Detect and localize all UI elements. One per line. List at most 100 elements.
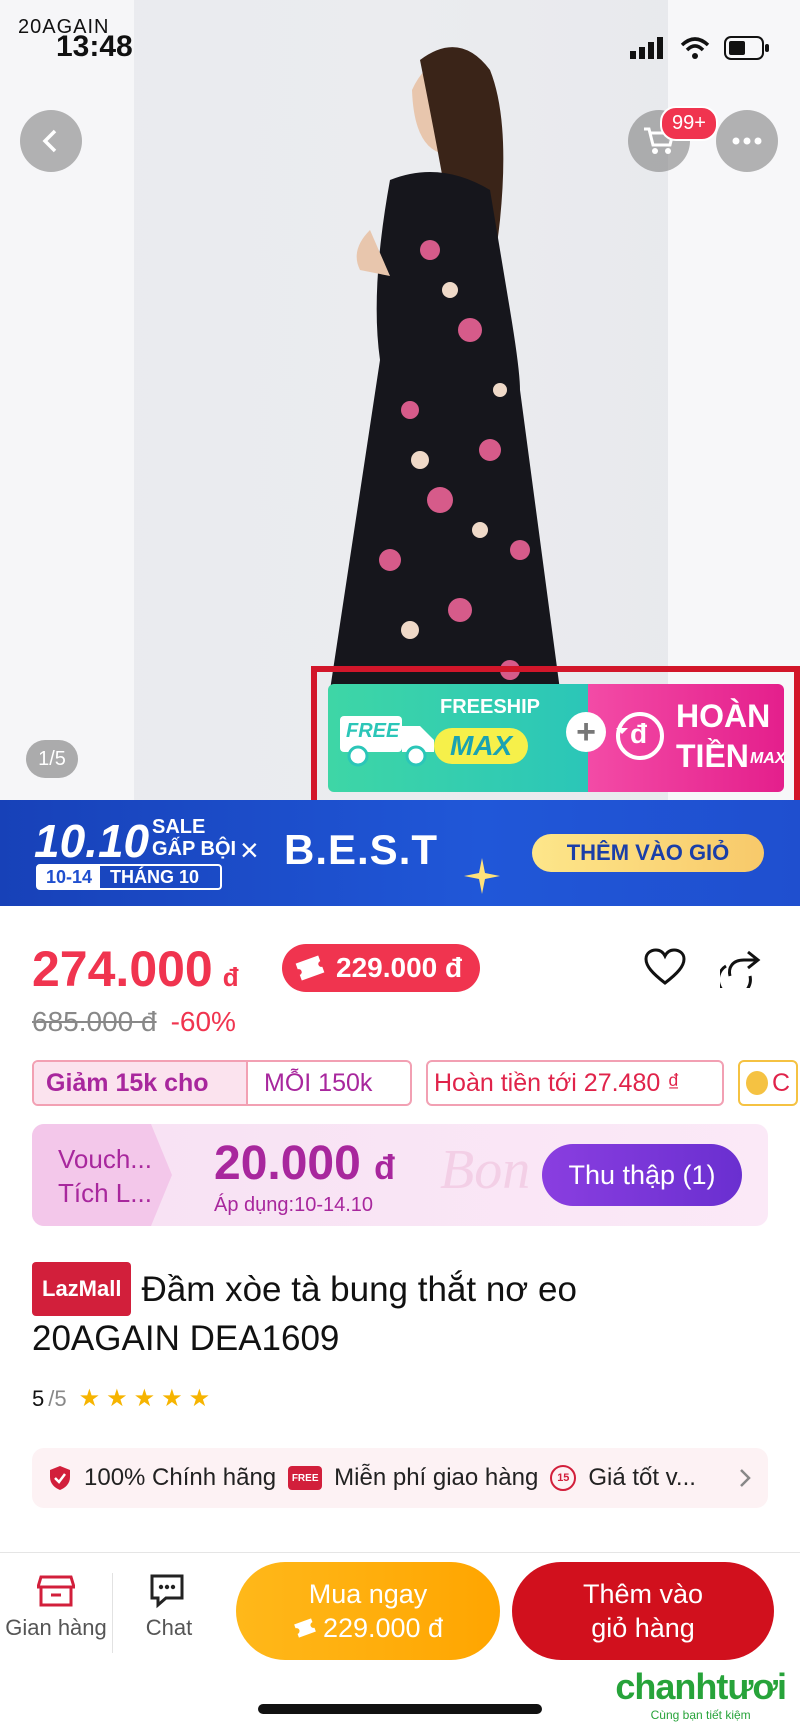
discount-condition: MỖI 150k: [246, 1062, 388, 1104]
shop-discount-chip[interactable]: Giảm 15k cho MỖI 150k: [32, 1060, 412, 1106]
cashback-line2: TIỀN: [676, 738, 749, 774]
voucher-card: Vouch... Tích L... Bon 20.000 đ Áp dụng:…: [32, 1124, 768, 1226]
rating-score: 5: [32, 1385, 45, 1411]
lazmall-badge: LazMall: [32, 1262, 132, 1316]
best-price-label: Giá tốt v...: [588, 1464, 696, 1491]
price-row: 274.000 đ: [32, 940, 239, 998]
voucher-price-chip: 229.000 đ: [282, 944, 481, 992]
add-to-cart-line2: giỏ hàng: [591, 1613, 695, 1643]
collect-voucher-button[interactable]: Thu thập (1): [542, 1144, 742, 1206]
star-icon: ★: [161, 1385, 183, 1412]
authentic-label: 100% Chính hãng: [84, 1464, 277, 1491]
voucher-apply-date: Áp dụng:10-14.10: [214, 1194, 374, 1216]
coin-icon: [746, 1071, 768, 1095]
product-title: LazMall Đầm xòe tà bung thắt nơ eo 20AGAI…: [32, 1262, 732, 1362]
freeship-max-badge: FREE FREESHIP MAX: [328, 684, 588, 792]
discount-percent: -60%: [170, 1006, 236, 1037]
return-15-icon: 15: [550, 1465, 577, 1491]
more-icon: [732, 137, 762, 145]
shield-icon: [50, 1466, 70, 1490]
rating-total: /5: [48, 1385, 67, 1411]
campaign-range-box: 10-14 THÁNG 10: [36, 864, 222, 890]
cashback-chip[interactable]: Hoàn tiền tới 27.480 ₫: [426, 1060, 724, 1106]
voucher-amount: 20.000: [214, 1137, 361, 1190]
buy-now-label: Mua ngay: [308, 1579, 428, 1609]
refund-currency: đ: [630, 718, 648, 749]
campaign-cta[interactable]: THÊM VÀO GIỎ: [532, 834, 764, 872]
chevron-left-icon: [42, 129, 57, 153]
service-guarantees[interactable]: 100% Chính hãng FREE Miễn phí giao hàng …: [32, 1448, 768, 1508]
campaign-brand: B.E.S.T: [284, 826, 439, 873]
divider: [112, 1573, 113, 1653]
free-ship-icon: FREE: [288, 1466, 323, 1490]
store-label: Gian hàng: [5, 1615, 107, 1640]
voucher-price: 229.000 đ: [336, 952, 463, 983]
discount-label: Giảm 15k cho: [34, 1062, 246, 1104]
status-time: 13:48: [56, 30, 133, 63]
freeship-max: MAX: [434, 728, 529, 764]
share-icon[interactable]: [720, 948, 762, 988]
campaign-times: ×: [240, 832, 259, 868]
buy-now-price-row: 229.000 đ: [293, 1611, 443, 1645]
site-watermark: chanhtươi Cùng bạn tiết kiệm: [615, 1666, 787, 1722]
return-15-icon-text: 15: [557, 1472, 570, 1484]
voucher-label: Vouch... Tích L...: [32, 1124, 172, 1226]
campaign-date: 10.10: [34, 815, 150, 867]
back-button[interactable]: [20, 110, 82, 172]
cashback-chip-label: Hoàn tiền tới 27.480 ₫: [434, 1068, 681, 1097]
rating-row[interactable]: 5/5 ★ ★ ★ ★ ★: [32, 1384, 210, 1413]
star-icon: ★: [106, 1385, 128, 1412]
sparkle-icon: [464, 858, 500, 894]
campaign-sale: SALE: [152, 816, 206, 838]
original-price-row: 685.000 đ -60%: [32, 1006, 236, 1038]
signal-icon: [630, 37, 663, 59]
add-to-cart-button[interactable]: Thêm vào giỏ hàng: [512, 1562, 774, 1660]
wifi-icon: [680, 37, 710, 59]
voucher-watermark: Bon: [440, 1139, 531, 1201]
campaign-banner[interactable]: 10.10 SALE GẤP BỘI 10-14 THÁNG 10 × B.E.…: [0, 800, 800, 906]
store-button[interactable]: Gian hàng: [4, 1573, 108, 1641]
ticket-icon: [295, 955, 325, 981]
buy-now-price: 229.000 đ: [322, 1613, 444, 1643]
store-icon: [37, 1575, 75, 1607]
star-icon: ★: [188, 1385, 211, 1412]
freeship-title: FREESHIP: [440, 696, 541, 718]
star-icon: ★: [78, 1385, 101, 1412]
voucher-label-line1: Vouch...: [58, 1144, 152, 1174]
buy-now-button[interactable]: Mua ngay 229.000 đ: [236, 1562, 500, 1660]
cashback-line1: HOÀN: [676, 698, 771, 734]
voucher-currency: đ: [374, 1149, 395, 1187]
cashback-max-badge: + đ HOÀN TIỀN MAX: [566, 684, 786, 792]
chevron-right-icon: [740, 1469, 751, 1487]
free-shipping-label: Miễn phí giao hàng: [334, 1464, 539, 1491]
original-price: 685.000 đ: [32, 1006, 157, 1037]
star-icon: ★: [133, 1385, 156, 1412]
cart-count-badge: 99+: [660, 106, 718, 141]
coin-chip[interactable]: C: [738, 1060, 798, 1106]
promo-chips: Giảm 15k cho MỖI 150k Hoàn tiền tới 27.4…: [32, 1060, 798, 1106]
promo-sticker: FREE FREESHIP MAX + đ HOÀN TIỀN MAX: [328, 684, 786, 792]
ticket-icon: [294, 1618, 316, 1638]
voucher-label-line2: Tích L...: [58, 1178, 152, 1208]
chat-button[interactable]: Chat: [124, 1573, 214, 1641]
add-to-cart-line1: Thêm vào: [582, 1579, 704, 1609]
free-ship-icon-text: FREE: [291, 1472, 319, 1484]
chat-label: Chat: [145, 1615, 193, 1640]
more-button[interactable]: [716, 110, 778, 172]
watermark-brand: chanhtươi: [615, 1666, 787, 1707]
heart-icon[interactable]: [644, 948, 686, 986]
model-photo: [330, 47, 560, 728]
coin-chip-label: C: [771, 1068, 790, 1097]
status-icons: [630, 36, 770, 60]
cashback-max: MAX: [750, 750, 786, 767]
rating-stars: ★ ★ ★ ★ ★: [79, 1384, 211, 1413]
chat-icon: [150, 1574, 184, 1609]
voucher-amount-row: 20.000 đ: [214, 1136, 395, 1191]
home-indicator: [258, 1704, 542, 1714]
image-page-indicator: 1/5: [26, 740, 78, 778]
campaign-month: THÁNG 10: [110, 867, 200, 887]
campaign-range: 10-14: [38, 866, 101, 888]
current-price: 274.000: [32, 941, 213, 997]
campaign-multiplier: GẤP BỘI: [152, 838, 237, 860]
watermark-tagline: Cùng bạn tiết kiệm: [650, 1708, 751, 1722]
